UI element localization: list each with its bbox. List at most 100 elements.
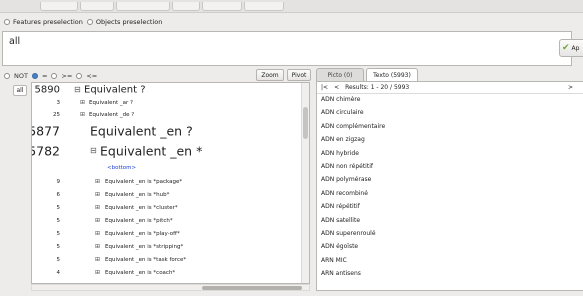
check-icon: ✔ [562, 43, 570, 53]
results-count: Results: 1 - 20 / 5993 [345, 84, 410, 91]
result-item[interactable]: ADN en zigzag [321, 136, 365, 143]
objects-preselection-checkbox[interactable]: Objects preselection [86, 18, 163, 26]
le-label: <= [86, 72, 98, 80]
expand-icon[interactable]: ⊞ [95, 230, 101, 237]
eq-radio[interactable] [31, 73, 38, 79]
toolbar-tab[interactable] [80, 2, 114, 11]
result-item[interactable]: ARN antisens [321, 270, 361, 277]
tree-count: 9 [56, 178, 61, 185]
tab-picto[interactable]: Picto (0) [316, 68, 364, 81]
first-page-button[interactable]: |< [321, 84, 328, 91]
tree-label: Equivalent _en * [100, 143, 203, 159]
scrollbar-thumb[interactable] [303, 107, 308, 139]
tree-horizontal-scrollbar[interactable] [31, 284, 310, 291]
apply-button[interactable]: ✔ Ap [559, 39, 583, 57]
result-item[interactable]: ADN chimère [321, 96, 360, 103]
collapse-icon[interactable]: ⊟ [74, 86, 81, 94]
tree-row[interactable]: 5 ⊞ Equivalent _en is *play-off* [32, 227, 302, 240]
result-item[interactable]: ADN superenroulé [321, 230, 376, 237]
tree-count: 5877 [31, 123, 60, 139]
tree-label: Equivalent _en is *pitch* [105, 217, 173, 224]
toolbar-tab[interactable] [202, 2, 242, 11]
expand-icon[interactable]: ⊞ [95, 256, 101, 263]
expand-icon[interactable]: ⊞ [95, 269, 101, 276]
tree-row[interactable]: 6 ⊞ Equivalent _en is *hub* [32, 188, 302, 201]
all-button[interactable]: all [13, 85, 27, 96]
tree-row[interactable]: 5782 ⊟ Equivalent _en * [32, 141, 302, 161]
checkbox-icon [4, 19, 10, 25]
expand-icon[interactable]: ⊞ [95, 204, 101, 211]
tree-row[interactable]: 5 ⊞ Equivalent _en is *task force* [32, 253, 302, 266]
pivot-button[interactable]: Pivot [287, 69, 311, 81]
tree-count: 5 [56, 204, 61, 211]
features-preselection-checkbox[interactable]: Features preselection [4, 18, 83, 26]
result-item[interactable]: ADN non répétitif [321, 163, 373, 170]
prev-page-button[interactable]: < [334, 84, 339, 91]
tree-row[interactable]: 5 ⊞ Equivalent _en is *cluster* [32, 201, 302, 214]
result-item[interactable]: ADN satellite [321, 217, 360, 224]
expand-icon[interactable]: ⊞ [95, 191, 101, 198]
expand-icon[interactable]: ⊞ [95, 217, 101, 224]
tree-label: Equivalent _en is *coach* [105, 269, 176, 276]
tree-row[interactable]: 25 ⊞ Equivalent _de ? [32, 109, 302, 121]
result-item[interactable]: ADN circulaire [321, 109, 364, 116]
not-checkbox[interactable] [4, 73, 10, 79]
tree-label: Equivalent ? [84, 84, 146, 96]
expand-icon[interactable]: ⊞ [80, 112, 86, 118]
result-item[interactable]: ADN hybride [321, 150, 359, 157]
tree-row[interactable]: 3 ⊞ Equivalent _ar ? [32, 97, 302, 109]
result-item[interactable]: ADN répétitif [321, 203, 360, 210]
result-item[interactable]: ADN polymérase [321, 176, 371, 183]
tree-count: 3 [56, 100, 61, 106]
query-text: all [9, 36, 21, 47]
tree-label: Equivalent _en is *cluster* [105, 204, 178, 211]
tree-count: 25 [53, 112, 60, 118]
tree-row[interactable]: 9 ⊞ Equivalent _en is *package* [32, 175, 302, 188]
tree-count: 4 [56, 269, 61, 276]
next-page-button[interactable]: > [568, 84, 573, 91]
tree-vertical-scrollbar[interactable] [301, 83, 309, 283]
tree-count: 5782 [31, 143, 60, 159]
tree-row[interactable]: 5890 ⊟ Equivalent ? [32, 83, 302, 97]
result-item[interactable]: ARN MIC [321, 257, 347, 264]
filter-bar: NOT = >= <= [4, 71, 97, 81]
toolbar-tab[interactable] [172, 2, 200, 11]
scrollbar-thumb[interactable] [202, 286, 302, 290]
expand-icon[interactable]: ⊞ [95, 243, 101, 250]
tree-row[interactable]: 5 ⊞ Equivalent _en is *pitch* [32, 214, 302, 227]
tree-count: 5890 [34, 84, 60, 96]
tree-count: 5 [56, 243, 61, 250]
tree-row[interactable]: 4 ⊞ Equivalent _en is *coach* [32, 266, 302, 279]
tree-label: Equivalent _ar ? [89, 100, 133, 106]
tree-label: Equivalent _de ? [89, 112, 135, 118]
tree-label: Equivalent _en is *hub* [105, 191, 170, 198]
tree-row[interactable]: 5 ⊞ Equivalent _en is *stripping* [32, 240, 302, 253]
checkbox-icon [86, 19, 93, 25]
collapse-icon[interactable]: ⊟ [90, 147, 97, 155]
objects-preselection-label: Objects preselection [95, 18, 163, 26]
results-panel: |< < Results: 1 - 20 / 5993 > ADN chimèr… [316, 81, 583, 291]
tree-count: 5 [56, 256, 61, 263]
tab-texto[interactable]: Texto (5993) [366, 68, 418, 82]
result-item[interactable]: ADN recombiné [321, 190, 368, 197]
toolbar-tab[interactable] [116, 2, 170, 11]
result-item[interactable]: ADN complémentaire [321, 123, 385, 130]
tree-row[interactable]: 5877 Equivalent _en ? [32, 121, 302, 141]
expand-icon[interactable]: ⊞ [80, 100, 86, 106]
concept-tree[interactable]: 5890 ⊟ Equivalent ? 3 ⊞ Equivalent _ar ? 25 ⊞ Eq… [31, 82, 310, 284]
toolbar-tab[interactable] [40, 2, 78, 11]
not-label: NOT [14, 72, 28, 80]
tree-label: Equivalent _en is *stripping* [105, 243, 184, 250]
query-input[interactable]: all [2, 31, 572, 66]
eq-label: = [41, 72, 48, 80]
preselection-options: Features preselection Objects preselecti… [4, 17, 162, 27]
toolbar-tab[interactable] [244, 2, 284, 11]
le-radio[interactable] [76, 73, 83, 79]
tree-label: Equivalent _en is *package* [105, 178, 183, 185]
tree-row[interactable]: <bottom> [32, 161, 302, 175]
result-item[interactable]: ADN égoïste [321, 243, 358, 250]
ge-radio[interactable] [51, 73, 58, 79]
zoom-button[interactable]: Zoom [256, 69, 284, 81]
features-preselection-label: Features preselection [13, 18, 83, 26]
expand-icon[interactable]: ⊞ [95, 178, 101, 185]
